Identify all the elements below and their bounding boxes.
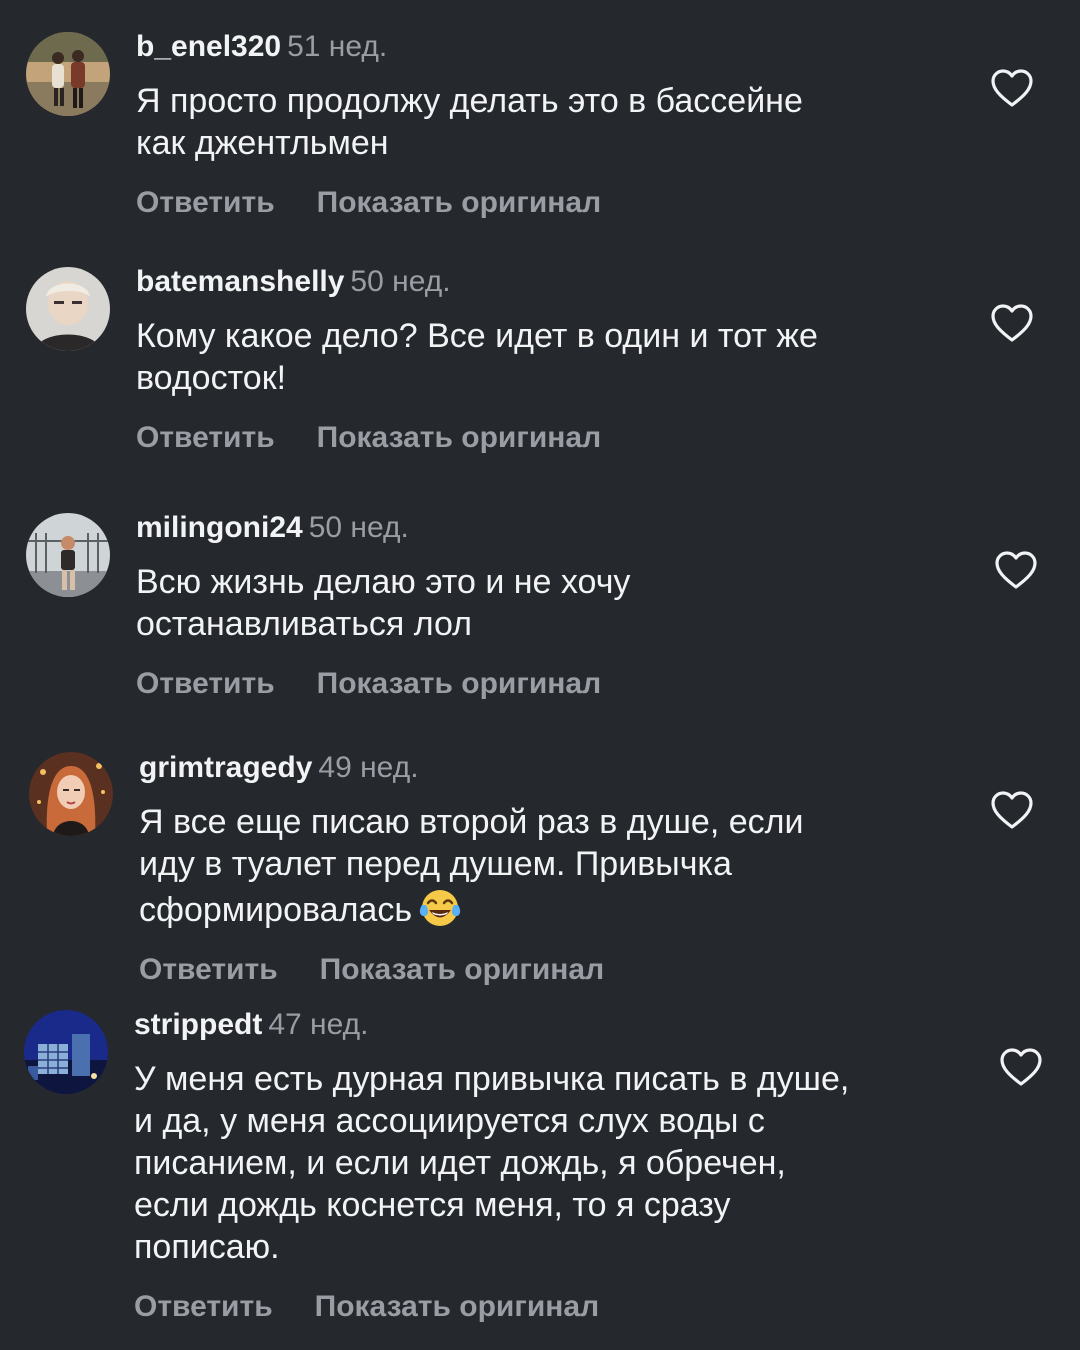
show-original-button[interactable]: Показать оригинал: [317, 667, 602, 700]
comment-line: и да, у меня ассоциируется слух воды с: [134, 1102, 765, 1140]
timestamp: 50 нед.: [308, 511, 409, 544]
reply-button[interactable]: Ответить: [134, 1290, 273, 1323]
timestamp: 50 нед.: [350, 265, 451, 298]
comment-line-last: сформировалась: [139, 885, 959, 931]
like-button[interactable]: [999, 1047, 1043, 1087]
username[interactable]: batemanshelly: [136, 265, 344, 298]
comment-line: как джентльмен: [136, 124, 389, 162]
reply-button[interactable]: Ответить: [139, 953, 278, 986]
comment-text: Всю жизнь делаю это и не хочу останавлив…: [136, 561, 956, 645]
comment-actions: Ответить Показать оригинал: [136, 667, 956, 701]
show-original-button[interactable]: Показать оригинал: [317, 421, 602, 454]
comment-actions: Ответить Показать оригинал: [136, 186, 956, 220]
timestamp: 47 нед.: [268, 1008, 369, 1041]
comment-text: Я все еще писаю второй раз в душе, если …: [139, 801, 959, 931]
avatar[interactable]: [26, 513, 110, 597]
avatar[interactable]: [26, 32, 110, 116]
timestamp: 51 нед.: [287, 30, 388, 63]
heart-icon: [991, 791, 1033, 829]
comment-line: Кому какое дело? Все идет в один и тот ж…: [136, 317, 818, 355]
comment-line: иду в туалет перед душем. Привычка: [139, 845, 732, 883]
username[interactable]: b_enel320: [136, 30, 281, 63]
like-button[interactable]: [994, 550, 1038, 590]
comment-meta: batemanshelly 50 нед.: [136, 265, 956, 299]
comment-line: останавливаться лол: [136, 605, 473, 643]
comment-meta: grimtragedy 49 нед.: [139, 751, 959, 785]
comment-line: если дождь коснется меня, то я сразу: [134, 1186, 731, 1224]
heart-icon: [991, 304, 1033, 342]
comment-text: Я просто продолжу делать это в бассейне …: [136, 80, 956, 164]
comment-line: пописаю.: [134, 1228, 280, 1266]
reply-button[interactable]: Ответить: [136, 421, 275, 454]
comment-line: Я просто продолжу делать это в бассейне: [136, 82, 803, 120]
comment-meta: milingoni24 50 нед.: [136, 511, 956, 545]
comment-actions: Ответить Показать оригинал: [134, 1290, 954, 1324]
comment-line: Я все еще писаю второй раз в душе, если: [139, 803, 804, 841]
avatar[interactable]: [26, 267, 110, 351]
comment-line: У меня есть дурная привычка писать в душ…: [134, 1060, 850, 1098]
like-button[interactable]: [990, 790, 1034, 830]
avatar-city-night-icon: [24, 1010, 108, 1094]
avatar-couple-walking-icon: [26, 32, 110, 116]
comment-text: У меня есть дурная привычка писать в душ…: [134, 1058, 954, 1268]
avatar-woman-red-hair-icon: [29, 752, 113, 836]
avatar[interactable]: [24, 1010, 108, 1094]
tears-of-joy-emoji-icon: [418, 885, 462, 929]
heart-icon: [991, 69, 1033, 107]
avatar[interactable]: [29, 752, 113, 836]
show-original-button[interactable]: Показать оригинал: [320, 953, 605, 986]
comment-meta: strippedt 47 нед.: [134, 1008, 954, 1042]
show-original-button[interactable]: Показать оригинал: [317, 186, 602, 219]
comment-actions: Ответить Показать оригинал: [139, 953, 959, 987]
comment-meta: b_enel320 51 нед.: [136, 30, 956, 64]
username[interactable]: grimtragedy: [139, 751, 312, 784]
avatar-woman-selfie-icon: [26, 267, 110, 351]
username[interactable]: milingoni24: [136, 511, 303, 544]
comment-text: Кому какое дело? Все идет в один и тот ж…: [136, 315, 956, 399]
comment-line: Всю жизнь делаю это и не хочу: [136, 563, 631, 601]
comment-line: писанием, и если идет дождь, я обречен,: [134, 1144, 786, 1182]
comment-line: сформировалась: [139, 891, 413, 929]
timestamp: 49 нед.: [318, 751, 419, 784]
comment-actions: Ответить Показать оригинал: [136, 421, 956, 455]
show-original-button[interactable]: Показать оригинал: [315, 1290, 600, 1323]
heart-icon: [995, 551, 1037, 589]
like-button[interactable]: [990, 303, 1034, 343]
username[interactable]: strippedt: [134, 1008, 262, 1041]
heart-icon: [1000, 1048, 1042, 1086]
avatar-person-fence-icon: [26, 513, 110, 597]
reply-button[interactable]: Ответить: [136, 667, 275, 700]
reply-button[interactable]: Ответить: [136, 186, 275, 219]
comment-line: водосток!: [136, 359, 287, 397]
like-button[interactable]: [990, 68, 1034, 108]
